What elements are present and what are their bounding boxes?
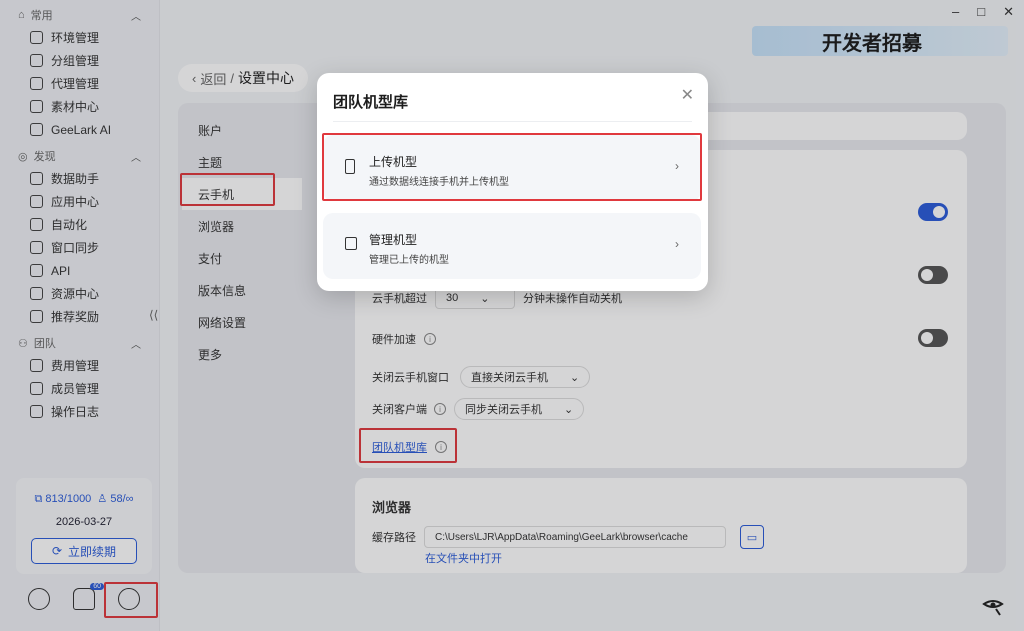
option-title: 管理机型 <box>369 233 418 247</box>
option-desc: 管理已上传的机型 <box>369 255 449 266</box>
chevron-right-icon: › <box>675 237 679 251</box>
model-library-modal: 团队机型库 ✕ 上传机型 通过数据线连接手机并上传机型 › 管理机型 管理已上传… <box>317 73 708 291</box>
modal-title: 团队机型库 <box>333 94 409 111</box>
modal-divider <box>333 121 692 122</box>
highlight-upload-option <box>322 133 702 201</box>
manage-icon <box>345 237 357 250</box>
modal-close-button[interactable]: ✕ <box>681 85 694 105</box>
manage-model-option[interactable]: 管理机型 管理已上传的机型 › <box>323 213 701 279</box>
